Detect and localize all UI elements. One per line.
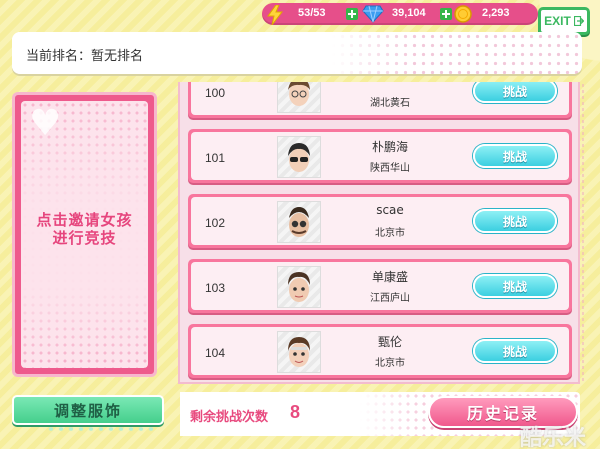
list-item: 100 湖北黄石 挑战 [188,82,572,118]
coin-value: 2,293 [482,7,510,19]
heart-icon: ♥ [29,103,62,144]
list-item: 101 朴鹏海 陕西华山 挑战 [188,129,572,183]
challenge-button[interactable]: 挑战 [473,339,557,363]
exit-button[interactable]: EXIT [538,7,590,35]
player-location: 北京市 [375,358,405,369]
player-location: 北京市 [375,228,405,239]
list-item: 104 甄伦 北京市 挑战 [188,324,572,378]
watermark-logo: 酷乐米 [520,426,587,449]
energy-value: 53/53 [298,7,326,19]
player-location: 陕西华山 [370,163,410,174]
decorative-dots [46,425,156,433]
add-energy-icon[interactable] [346,8,358,20]
avatar [277,201,321,243]
player-name: scae [376,203,404,217]
lightning-icon [267,5,284,25]
challenge-button[interactable]: 挑战 [473,144,557,168]
coin-icon [454,5,472,23]
remaining-challenges-count: 8 [290,402,301,422]
player-name: 朴鹏海 [371,140,408,154]
rank-number: 101 [205,151,226,165]
player-name: 单康盛 [371,270,408,284]
exit-label: EXIT [544,14,571,28]
adjust-outfit-button[interactable]: 调整服饰 [12,395,164,425]
rank-number: 102 [205,216,226,230]
rank-number: 100 [205,86,226,100]
challenge-button[interactable]: 挑战 [473,274,557,298]
list-item: 103 单康盛 江西庐山 挑战 [188,259,572,313]
invite-girl-panel[interactable]: ♥ 点击邀请女孩 进行竞技 [12,92,157,377]
diamond-icon [362,5,384,23]
ranking-list[interactable]: 100 湖北黄石 挑战 101 朴鹏海 陕西华山 挑战 102 scae 北京市… [178,82,580,384]
current-rank-bar: 当前排名：暂无排名 [12,32,582,74]
diamond-value: 39,104 [392,7,426,19]
avatar [277,266,321,308]
rank-number: 104 [205,346,226,360]
player-name: 甄伦 [377,335,402,349]
challenge-button[interactable]: 挑战 [473,209,557,233]
player-location: 湖北黄石 [370,98,410,109]
avatar [277,331,321,373]
list-scrollbar[interactable] [581,84,585,384]
remaining-challenges-label: 剩余挑战次数 [190,410,269,425]
invite-text: 点击邀请女孩 进行竞技 [36,211,133,247]
rank-number: 103 [205,281,226,295]
add-diamond-icon[interactable] [440,8,452,20]
exit-icon [573,16,584,26]
resource-bar: 53/53 39,104 2,293 [262,3,538,25]
list-item: 102 scae 北京市 挑战 [188,194,572,248]
challenge-button[interactable]: 挑战 [473,82,557,103]
current-rank-label: 当前排名：暂无排名 [26,49,144,64]
avatar [277,82,321,113]
avatar [277,136,321,178]
player-location: 江西庐山 [370,293,410,304]
